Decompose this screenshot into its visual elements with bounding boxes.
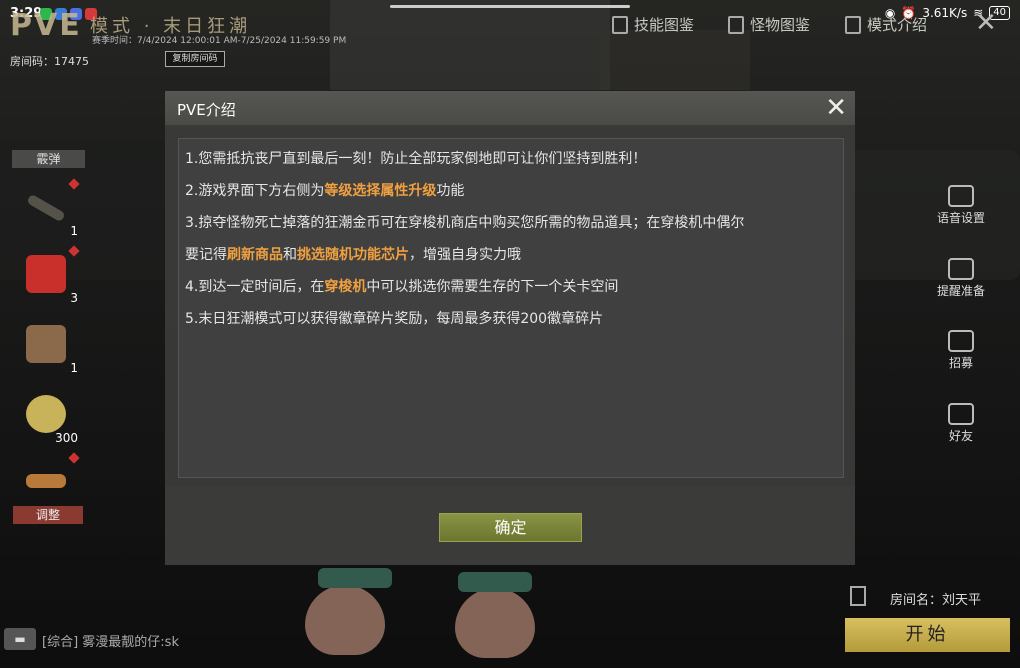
ammo-icon [26,474,66,488]
mode-intro-label: 模式介绍 [867,16,928,34]
skills-guide-button[interactable]: 技能图鉴 [612,14,694,35]
start-button[interactable]: 开始 [845,618,1010,652]
intro-line-3: 3.掠夺怪物死亡掉落的狂潮金币可在穿梭机商店中购买您所需的物品道具；在穿梭机中偶… [185,215,745,231]
room-code: 房间码：17475 [10,55,89,68]
pve-intro-dialog: PVE介绍 ✕ 1.您需抵抗丧尸直到最后一刻！防止全部玩家倒地即可让你们坚持到胜… [165,91,855,565]
season-time: 赛季时间：7/4/2024 12:00:01 AM-7/25/2024 11:5… [92,36,347,46]
document-icon [845,15,861,34]
inventory-slot-medkit[interactable]: 3 [14,245,80,307]
network-speed: 3.61K/s [922,6,968,20]
voice-settings-button[interactable]: 语音设置 [930,185,992,226]
new-badge [68,452,80,464]
friend-plus-icon [948,403,974,425]
grenade-icon [26,325,66,363]
item-count: 1 [70,224,78,238]
chat-icon[interactable]: ▬ [4,628,36,650]
weapon-type-header: 霰弹 [12,150,85,168]
intro-line-5: 4.到达一定时间后，在穿梭机中可以挑选你需要生存的下一个关卡空间 [185,279,619,295]
inventory-slot-grenade[interactable]: 1 [14,315,80,377]
highlight-text: 刷新商品 [227,247,283,263]
adjust-button[interactable]: 调整 [13,506,83,524]
room-name: 房间名：刘天平 [890,593,982,608]
friends-button[interactable]: 好友 [930,403,992,444]
intro-line-1: 1.您需抵抗丧尸直到最后一刻！防止全部玩家倒地即可让你们坚持到胜利！ [185,151,647,167]
confirm-button[interactable]: 确定 [439,513,582,542]
close-icon[interactable]: ✕ [975,8,997,38]
gesture-bar [390,5,630,8]
skills-guide-label: 技能图鉴 [634,16,695,34]
chat-bubble-icon [948,185,974,207]
close-icon[interactable]: ✕ [825,93,847,123]
mode-intro-button[interactable]: 模式介绍 [845,14,927,35]
new-badge [68,245,80,257]
item-count: 3 [70,291,78,305]
recruit-button[interactable]: 招募 [930,330,992,371]
remind-ready-label: 提醒准备 [936,284,985,298]
inventory-slot-weapon[interactable]: 1 [14,178,80,240]
chat-channel: [综合] [42,635,79,650]
intro-line-4: 要记得刷新商品和挑选随机功能芯片，增强自身实力哦 [185,247,521,263]
item-count: 300 [55,431,78,445]
room-info-icon [850,586,866,606]
copy-room-code-button[interactable]: 复制房间码 [165,51,225,67]
skill-book-icon [612,15,628,34]
item-count: 1 [70,361,78,375]
medkit-icon [26,255,66,293]
shotgun-icon [26,193,66,223]
dialog-title: PVE介绍 [177,101,236,119]
dialog-header: PVE介绍 ✕ [165,91,855,125]
chat-message: 雾漫最靓的仔:sk [82,635,179,650]
monsters-guide-button[interactable]: 怪物图鉴 [728,14,810,35]
mode-logo: PVE [10,8,82,43]
friends-label: 好友 [948,429,973,443]
new-badge [68,178,80,190]
flag-plus-icon [948,330,974,352]
voice-settings-label: 语音设置 [936,211,985,225]
monsters-guide-label: 怪物图鉴 [750,16,811,34]
chat-preview[interactable]: [综合] 雾漫最靓的仔:sk [42,631,179,650]
coin-icon [26,395,66,433]
highlight-text: 挑选随机功能芯片 [297,247,409,263]
highlight-text: 等级选择属性升级 [324,183,437,199]
remind-ready-button[interactable]: 提醒准备 [930,258,992,299]
flag-icon [948,258,974,280]
dialog-content: 1.您需抵抗丧尸直到最后一刻！防止全部玩家倒地即可让你们坚持到胜利！ 2.游戏界… [178,138,844,478]
intro-line-6: 5.末日狂潮模式可以获得徽章碎片奖励，每周最多获得200徽章碎片 [185,311,604,327]
monster-book-icon [728,15,744,34]
highlight-text: 穿梭机 [324,279,367,295]
inventory-slot-coin[interactable]: 300 [14,385,80,447]
intro-line-2: 2.游戏界面下方右侧为等级选择属性升级功能 [185,183,465,199]
recruit-label: 招募 [948,356,973,370]
inventory-slot-ammo[interactable] [14,452,80,514]
